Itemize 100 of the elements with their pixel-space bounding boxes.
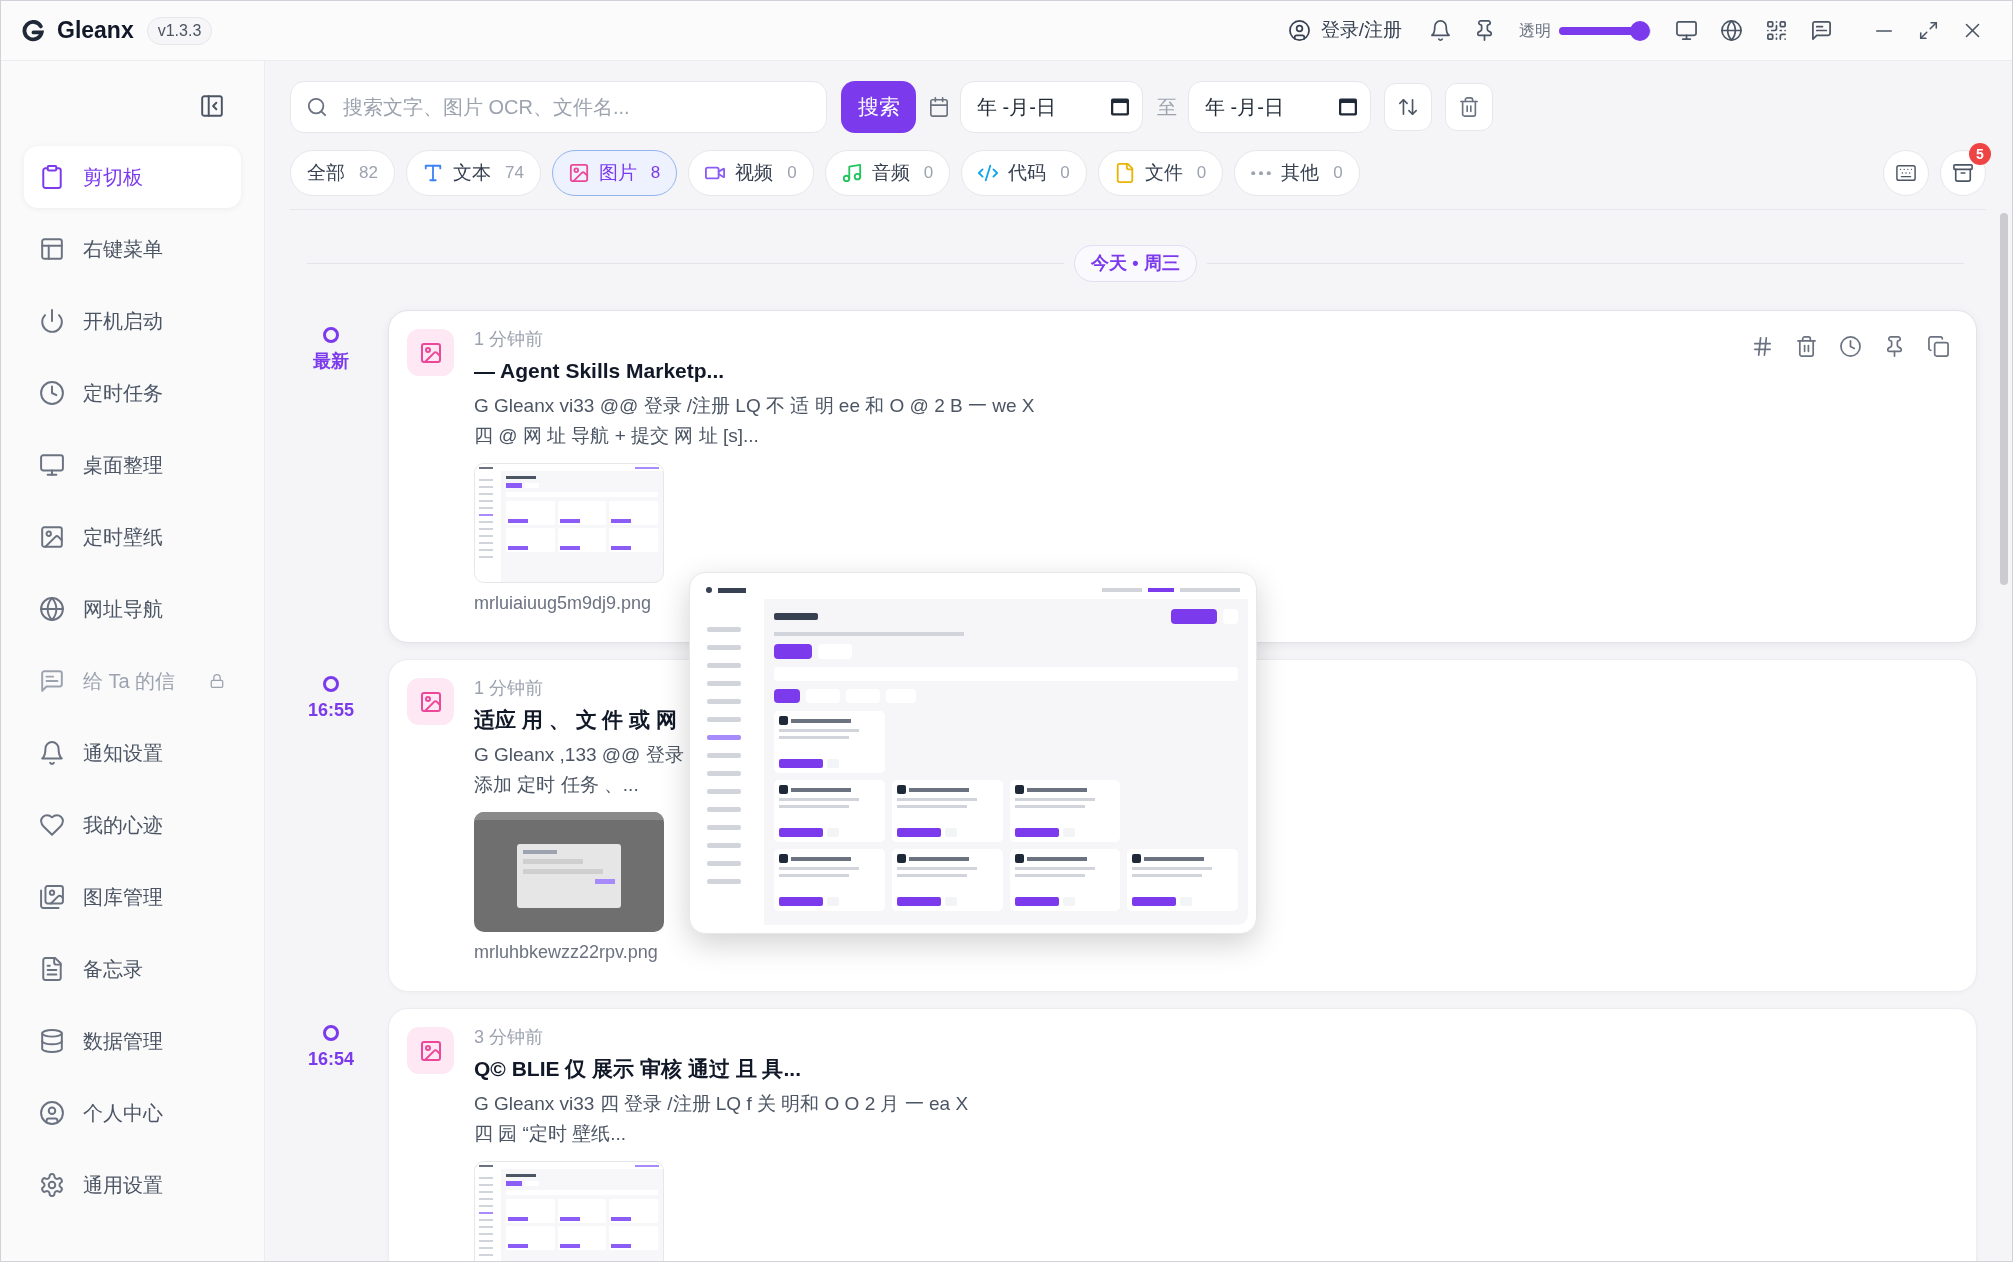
scrollbar[interactable] [2000, 213, 2008, 585]
clipboard-card[interactable]: 3 分钟前 Q© BLIE 仅 展示 审核 通过 且 具... G Gleanx vi33 四 登录 /注册 LQ f 关 明和 O O 2 月 一 ea X 四 园 “定时 壁纸... [388, 1008, 1977, 1261]
bell-icon [40, 741, 64, 765]
user-circle-icon [40, 1101, 64, 1125]
timeline-label: 16:55 [307, 699, 354, 721]
opacity-label: 透明 [1519, 20, 1551, 41]
trash-icon [1459, 97, 1479, 117]
timeline-label: 16:54 [307, 1048, 354, 1070]
image-type-icon [407, 329, 454, 376]
entry-time: 3 分钟前 [474, 1026, 543, 1049]
sort-button[interactable] [1384, 83, 1432, 131]
globe-icon [40, 597, 64, 621]
file-name: mrluhbkewzz22rpv.png [474, 941, 658, 964]
sidebar-item[interactable]: 个人中心 [24, 1082, 241, 1144]
entry-title: Q© BLIE 仅 展示 审核 通过 且 具... [474, 1056, 801, 1082]
notification-count: 5 [1969, 143, 1991, 165]
screenshot-thumbnail-drawing[interactable] [474, 812, 664, 932]
sidebar-item[interactable]: 开机启动 [24, 290, 241, 352]
message-icon[interactable] [1811, 20, 1832, 41]
entry-text: G Gleanx vi33 @@ 登录 /注册 LQ 不 适 明 ee 和 O @ 2 B 一 we X [474, 394, 1035, 418]
copy-icon[interactable] [1928, 336, 1949, 357]
filter-tab[interactable]: 视频 0 [688, 150, 814, 196]
monitor-icon [40, 453, 64, 477]
sidebar-item[interactable]: 通知设置 [24, 722, 241, 784]
trash-icon[interactable] [1796, 336, 1817, 357]
archive-button[interactable] [1940, 150, 1986, 196]
date-chip: 今天 • 周三 [1074, 245, 1197, 282]
filter-tab[interactable]: 文本 74 [405, 150, 541, 196]
calendar-icon[interactable] [1111, 98, 1129, 116]
hash-icon[interactable] [1752, 336, 1773, 357]
clock-icon[interactable] [1840, 336, 1861, 357]
user-circle-icon [1288, 20, 1310, 41]
keyboard-button[interactable] [1883, 150, 1929, 196]
close-icon[interactable] [1963, 21, 1982, 40]
message-icon [40, 669, 64, 693]
app-name: Gleanx [57, 16, 134, 46]
filter-tab[interactable]: 其他 0 [1234, 150, 1360, 196]
settings-icon [40, 1173, 64, 1197]
filter-tab[interactable]: 音频 0 [824, 150, 951, 196]
entry-time: 1 分钟前 [474, 328, 543, 351]
lock-icon [210, 674, 224, 688]
images-icon [40, 885, 64, 909]
collapse-sidebar-icon[interactable] [200, 94, 224, 118]
monitor-icon[interactable] [1676, 20, 1697, 41]
clipboard-icon [40, 165, 64, 189]
login-button[interactable]: 登录/注册 [1288, 16, 1402, 45]
clock-icon [40, 381, 64, 405]
database-icon [40, 1029, 64, 1053]
timeline-dot-icon [323, 1025, 339, 1041]
power-icon [40, 309, 64, 333]
sidebar-item[interactable]: 网址导航 [24, 578, 241, 640]
filter-tab[interactable]: 全部 82 [290, 150, 395, 196]
search-button[interactable]: 搜索 [841, 81, 916, 133]
sidebar-item[interactable]: 剪切板 [24, 146, 241, 208]
sidebar-item[interactable]: 通用设置 [24, 1154, 241, 1216]
heart-icon [40, 813, 64, 837]
entry-text: 四 园 “定时 壁纸... [474, 1122, 626, 1146]
entry-title: — Agent Skills Marketp... [474, 358, 725, 384]
entry-title: 适应 用 、 文 件 或 网 [474, 707, 677, 733]
pin-icon[interactable] [1474, 20, 1495, 41]
sidebar-item[interactable]: 定时任务 [24, 362, 241, 424]
slider-thumb[interactable] [1629, 20, 1650, 41]
maximize-icon[interactable] [1919, 21, 1938, 40]
entry-text: G Gleanx vi33 四 登录 /注册 LQ f 关 明和 O O 2 月 一 ea X [474, 1092, 969, 1116]
sidebar-item[interactable]: 我的心迹 [24, 794, 241, 856]
timeline-dot-icon [323, 676, 339, 692]
pin-icon[interactable] [1884, 336, 1905, 357]
sidebar-item[interactable]: 定时壁纸 [24, 506, 241, 568]
image-icon [40, 525, 64, 549]
document-icon [40, 957, 64, 981]
sidebar-item[interactable]: 图库管理 [24, 866, 241, 928]
opacity-slider[interactable] [1559, 20, 1651, 41]
date-field[interactable]: 年 -月-日 [1188, 81, 1371, 133]
filter-tab[interactable]: 代码 0 [961, 150, 1087, 196]
sidebar-item[interactable]: 右键菜单 [24, 218, 241, 280]
search-icon [307, 97, 327, 117]
qr-code-icon[interactable] [1766, 20, 1787, 41]
image-type-icon [407, 1027, 454, 1074]
screenshot-thumbnail-drawing[interactable] [474, 463, 664, 583]
keyboard-icon [1896, 163, 1916, 183]
bell-icon[interactable] [1430, 20, 1451, 41]
globe-icon[interactable] [1721, 20, 1742, 41]
sidebar-item[interactable]: 数据管理 [24, 1010, 241, 1072]
filter-tab[interactable]: 图片 8 [551, 150, 678, 196]
version-tag: v1.3.3 [146, 16, 213, 45]
filter-tab[interactable]: 文件 0 [1097, 150, 1224, 196]
sidebar-item[interactable]: 备忘录 [24, 938, 241, 1000]
logo-icon [22, 19, 44, 42]
calendar-icon [929, 97, 949, 117]
calendar-icon[interactable] [1339, 98, 1357, 116]
clipboard-card[interactable]: 1 分钟前 — Agent Skills Marketp... G Gleanx vi33 @@ 登录 /注册 LQ 不 适 明 ee 和 O @ 2 B 一 we X 四 @ 网 址 导航 + 提交 网 址 [s]... mrluiaiuug5m9dj9.png [388, 310, 1977, 643]
date-field[interactable]: 年 -月-日 [960, 81, 1143, 133]
entry-text: G Gleanx ,133 @@ 登录 [474, 743, 684, 767]
sidebar-item[interactable]: 桌面整理 [24, 434, 241, 496]
timeline-label: 最新 [313, 350, 349, 372]
screenshot-thumbnail-drawing[interactable] [474, 1161, 664, 1261]
image-type-icon [407, 678, 454, 725]
clear-button[interactable] [1445, 83, 1493, 131]
entry-text: 添加 定时 任务 、... [474, 773, 639, 797]
search-field[interactable]: 搜索文字、图片 OCR、文件名... [290, 81, 827, 133]
